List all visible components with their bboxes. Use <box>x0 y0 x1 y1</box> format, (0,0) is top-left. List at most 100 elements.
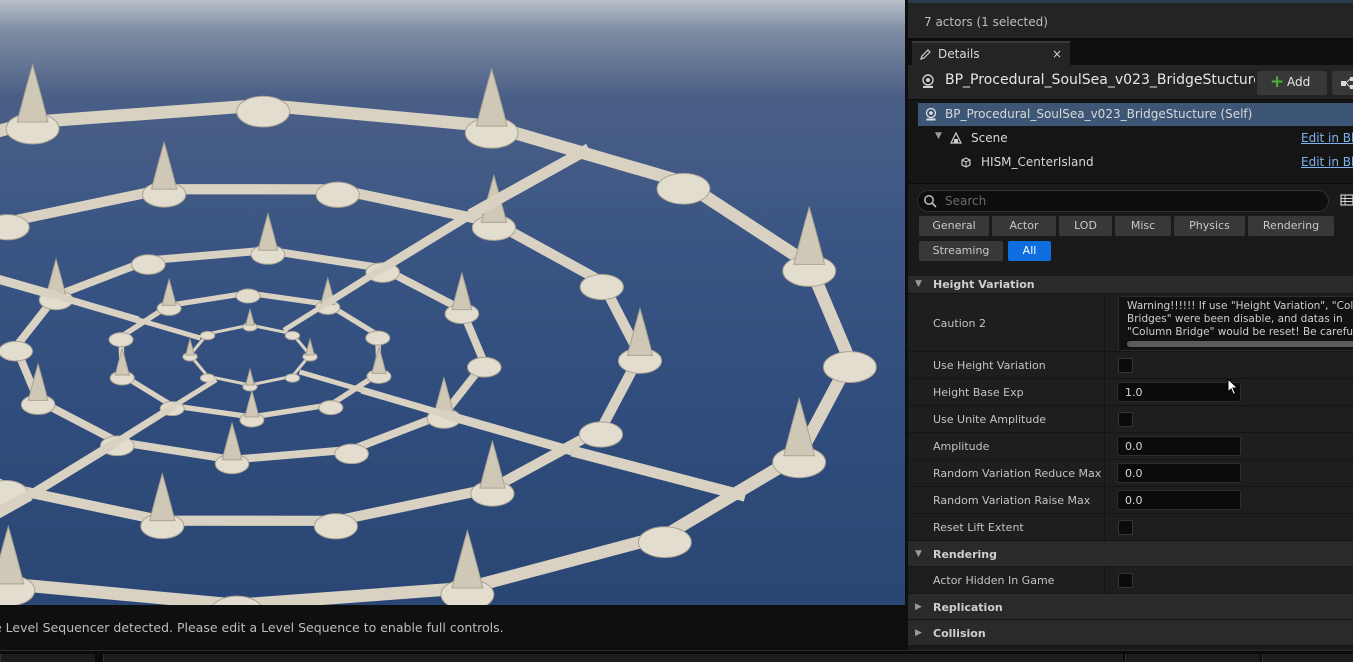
bridge-pillar <box>221 421 243 461</box>
mouse-cursor-icon <box>1227 378 1239 396</box>
column-divider[interactable] <box>1104 487 1105 513</box>
bridge-spoke <box>282 301 328 333</box>
filter-all[interactable]: All <box>1008 241 1051 261</box>
island-pad <box>334 443 369 465</box>
column-divider[interactable] <box>1104 294 1105 351</box>
bridge-spoke <box>172 377 218 409</box>
component-scene[interactable]: ▼ Scene Edit in Blu <box>918 127 1353 150</box>
chevron-down-icon[interactable]: ▼ <box>935 131 942 141</box>
prop-use-unite-amplitude: Use Unite Amplitude <box>908 406 1353 433</box>
column-divider[interactable] <box>1104 379 1105 405</box>
reset-lift-extent-checkbox[interactable] <box>1118 520 1133 535</box>
category-label: Rendering <box>933 548 997 561</box>
chevron-right-icon[interactable]: ▶ <box>915 602 922 612</box>
blueprint-button[interactable] <box>1332 71 1353 95</box>
island-pad <box>235 288 261 304</box>
prop-label: Height Base Exp <box>933 386 1024 399</box>
bridge-pillar <box>114 347 130 376</box>
horizontal-scrollbar[interactable] <box>1127 341 1353 347</box>
close-icon[interactable]: × <box>1052 47 1062 61</box>
prop-amplitude: Amplitude 0.0 <box>908 433 1353 460</box>
island-pad <box>467 356 502 378</box>
bridge-spoke <box>55 292 140 324</box>
category-collision[interactable]: ▶ Collision <box>908 620 1353 646</box>
island-pad <box>365 330 391 346</box>
instanced-mesh-icon <box>961 157 971 168</box>
bridge-pillar <box>451 271 473 311</box>
column-divider[interactable] <box>1104 514 1105 540</box>
island-pad <box>579 273 624 301</box>
component-self[interactable]: BP_Procedural_SoulSea_v023_BridgeStuctur… <box>918 103 1353 126</box>
component-scene-label: Scene <box>971 131 1008 145</box>
bottom-segment[interactable] <box>1262 654 1353 662</box>
island-pad <box>284 373 301 383</box>
chevron-right-icon[interactable]: ▶ <box>915 628 922 638</box>
prop-label: Caution 2 <box>933 317 986 330</box>
component-hism-label: HISM_CenterIsland <box>981 155 1094 169</box>
category-rendering[interactable]: ▼ Rendering <box>908 541 1353 567</box>
bridge-spoke <box>324 265 385 307</box>
scene-component-icon <box>950 131 962 144</box>
bridge-ring <box>11 246 489 464</box>
filter-actor[interactable]: Actor <box>992 216 1056 236</box>
outliner-footer: 7 actors (1 selected) <box>908 0 1353 38</box>
bridge-pillar <box>257 212 279 251</box>
category-replication[interactable]: ▶ Replication <box>908 594 1353 620</box>
column-divider[interactable] <box>1104 567 1105 593</box>
bridge-spoke <box>570 445 747 502</box>
edit-in-blueprint-link[interactable]: Edit in Blu <box>1301 155 1353 169</box>
bridge-spoke <box>115 403 176 445</box>
filter-lod[interactable]: LOD <box>1059 216 1112 236</box>
component-self-label: BP_Procedural_SoulSea_v023_BridgeStuctur… <box>945 107 1253 121</box>
island-pad <box>313 513 358 540</box>
chevron-down-icon[interactable]: ▼ <box>915 549 922 559</box>
level-viewport[interactable] <box>0 0 905 605</box>
property-list: ▼ Height Variation Caution 2 Warning!!!!… <box>908 276 1353 646</box>
caution-text-field[interactable]: Warning!!!!!! If use "Height Variation",… <box>1118 296 1353 351</box>
actor-header: BP_Procedural_SoulSea_v023_BridgeStuctur… <box>908 65 1353 99</box>
column-divider[interactable] <box>1104 406 1105 432</box>
amplitude-input[interactable]: 0.0 <box>1117 436 1241 456</box>
grid-view-icon[interactable] <box>1340 193 1353 207</box>
prop-caution-2: Caution 2 Warning!!!!!! If use "Height V… <box>908 294 1353 352</box>
add-component-button[interactable]: + Add <box>1257 71 1327 95</box>
bridge-spoke <box>137 317 202 341</box>
level-sequencer-message: e Level Sequencer detected. Please edit … <box>0 620 504 635</box>
bridge-ring <box>0 184 646 526</box>
use-unite-amplitude-checkbox[interactable] <box>1118 412 1133 427</box>
column-divider[interactable] <box>1104 433 1105 459</box>
search-box[interactable] <box>917 190 1329 212</box>
random-raise-max-input[interactable]: 0.0 <box>1117 490 1241 510</box>
pencil-icon <box>920 49 931 60</box>
component-hism-centerisland[interactable]: HISM_CenterIsland Edit in Blu <box>918 151 1353 174</box>
filter-streaming[interactable]: Streaming <box>919 241 1003 261</box>
column-divider[interactable] <box>1104 460 1105 486</box>
chevron-down-icon[interactable]: ▼ <box>915 279 922 289</box>
filter-physics[interactable]: Physics <box>1174 216 1245 236</box>
tab-details[interactable]: Details × <box>912 41 1070 67</box>
random-reduce-max-input[interactable]: 0.0 <box>1117 463 1241 483</box>
category-height-variation[interactable]: ▼ Height Variation <box>908 276 1353 294</box>
height-base-exp-input[interactable]: 1.0 <box>1117 382 1241 402</box>
prop-label: Random Variation Raise Max <box>933 494 1091 507</box>
bottom-segment[interactable] <box>103 654 1123 662</box>
column-divider[interactable] <box>1104 352 1105 378</box>
use-height-variation-checkbox[interactable] <box>1118 358 1133 373</box>
island-pad <box>637 526 692 559</box>
island-pad <box>236 95 291 128</box>
prop-label: Reset Lift Extent <box>933 521 1024 534</box>
filter-misc[interactable]: Misc <box>1115 216 1171 236</box>
prop-label: Use Unite Amplitude <box>933 413 1047 426</box>
bridge-pillar <box>479 439 506 489</box>
filter-rendering[interactable]: Rendering <box>1248 216 1334 236</box>
bottom-segment[interactable] <box>1125 654 1260 662</box>
search-input[interactable] <box>945 193 1315 209</box>
edit-in-blueprint-link[interactable]: Edit in Blu <box>1301 131 1353 145</box>
actor-hidden-in-game-checkbox[interactable] <box>1118 573 1133 588</box>
bottom-segment[interactable] <box>0 654 95 662</box>
bridge-pillar <box>0 524 25 585</box>
filter-general[interactable]: General <box>919 216 989 236</box>
actor-name: BP_Procedural_SoulSea_v023_BridgeStuctur… <box>945 72 1255 88</box>
bridge-pillar <box>185 337 195 356</box>
island-pad <box>199 330 216 341</box>
